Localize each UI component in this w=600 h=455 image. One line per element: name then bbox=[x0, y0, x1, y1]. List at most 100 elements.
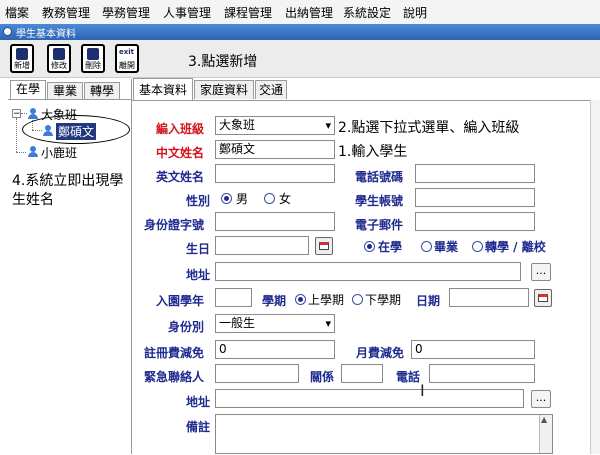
account-input[interactable] bbox=[415, 188, 535, 207]
name-instruction: 1.輸入學生 bbox=[338, 144, 408, 160]
emergency-contact-label: 緊急聯絡人 bbox=[144, 370, 205, 384]
birthday-input[interactable] bbox=[215, 236, 309, 255]
delete-button-label: 刪除 bbox=[85, 61, 101, 70]
english-name-input[interactable] bbox=[215, 164, 335, 183]
phone-input[interactable] bbox=[415, 164, 535, 183]
window-titlebar: 學生基本資料 bbox=[0, 24, 600, 40]
toolbar-instruction: 3.點選新增 bbox=[188, 54, 258, 70]
tree-line bbox=[16, 118, 17, 152]
semester-second-text: 下學期 bbox=[365, 293, 402, 307]
vertical-scrollbar[interactable] bbox=[590, 100, 600, 454]
date-label: 日期 bbox=[416, 294, 441, 308]
text-cursor-icon: I bbox=[420, 381, 425, 400]
edit-icon bbox=[53, 48, 65, 60]
reg-discount-input[interactable]: 0 bbox=[215, 340, 335, 359]
tab-graduated[interactable]: 畢業 bbox=[47, 82, 83, 99]
emergency-contact-input[interactable] bbox=[215, 364, 299, 383]
class-label: 編入班級 bbox=[156, 122, 205, 136]
remarks-label: 備註 bbox=[186, 420, 211, 434]
birthday-label: 生日 bbox=[186, 242, 211, 256]
monthly-discount-label: 月費減免 bbox=[356, 346, 405, 360]
status-graduated-text: 畢業 bbox=[434, 240, 459, 254]
class-icon bbox=[28, 146, 38, 157]
class-select[interactable]: 大象班 bbox=[215, 116, 335, 135]
exit-icon: exit bbox=[119, 48, 135, 56]
identity-select[interactable]: 一般生 bbox=[215, 314, 335, 333]
contact-address-browse-button[interactable]: ... bbox=[531, 390, 551, 408]
gender-male-radio[interactable] bbox=[221, 193, 232, 204]
window-icon bbox=[3, 27, 12, 36]
gender-female-text: 女 bbox=[279, 192, 292, 206]
semester-second-radio[interactable] bbox=[352, 294, 363, 305]
class-instruction: 2.點選下拉式選單、編入班級 bbox=[338, 120, 520, 136]
relation-input[interactable] bbox=[341, 364, 383, 383]
calendar-icon[interactable] bbox=[315, 237, 333, 255]
gender-male-text: 男 bbox=[236, 192, 249, 206]
account-label: 學生帳號 bbox=[355, 194, 404, 208]
add-button-label: 新增 bbox=[14, 61, 30, 70]
class-icon bbox=[28, 108, 38, 119]
menu-help[interactable]: 說明 bbox=[403, 4, 427, 21]
tree-node-class-deer[interactable]: 小鹿班 bbox=[41, 144, 77, 161]
reg-discount-label: 註冊費減免 bbox=[144, 346, 205, 360]
status-transfer-text: 轉學 / 離校 bbox=[485, 240, 546, 254]
menu-personnel[interactable]: 人事管理 bbox=[163, 4, 211, 21]
tab-basic-info[interactable]: 基本資料 bbox=[133, 78, 193, 100]
menu-file[interactable]: 檔案 bbox=[5, 4, 29, 21]
menu-cashier[interactable]: 出納管理 bbox=[285, 4, 333, 21]
add-button[interactable]: 新增 bbox=[10, 44, 34, 73]
id-input[interactable] bbox=[215, 212, 335, 231]
delete-icon bbox=[87, 48, 99, 60]
menu-courses[interactable]: 課程管理 bbox=[224, 4, 272, 21]
phone-label: 電話號碼 bbox=[355, 170, 404, 184]
status-enrolled-text: 在學 bbox=[378, 240, 403, 254]
add-icon bbox=[16, 48, 28, 60]
entry-year-label: 入園學年 bbox=[156, 294, 205, 308]
semester-first-text: 上學期 bbox=[308, 293, 345, 307]
email-input[interactable] bbox=[415, 212, 535, 231]
tab-transport[interactable]: 交通 bbox=[255, 80, 287, 99]
monthly-discount-input[interactable]: 0 bbox=[411, 340, 535, 359]
menu-academic[interactable]: 教務管理 bbox=[42, 4, 90, 21]
semester-label: 學期 bbox=[262, 294, 287, 308]
entry-year-input[interactable] bbox=[215, 288, 252, 307]
tab-enrolled[interactable]: 在學 bbox=[10, 80, 46, 99]
tab-family-info[interactable]: 家庭資料 bbox=[194, 80, 254, 99]
menu-bar: 檔案 教務管理 學務管理 人事管理 課程管理 出納管理 系統設定 說明 bbox=[0, 0, 600, 25]
exit-button[interactable]: exit 離開 bbox=[115, 44, 139, 73]
emergency-phone-input[interactable] bbox=[429, 364, 535, 383]
left-panel: 在學 畢業 轉學 − 大象班 鄭碩文 小鹿班 bbox=[8, 79, 132, 454]
english-name-label: 英文姓名 bbox=[156, 170, 205, 184]
address-label: 地址 bbox=[186, 268, 211, 282]
tab-transferred[interactable]: 轉學 bbox=[84, 82, 120, 99]
address-input[interactable] bbox=[215, 262, 521, 281]
delete-button[interactable]: 刪除 bbox=[81, 44, 105, 73]
remarks-scrollbar[interactable] bbox=[539, 415, 552, 453]
toolbar: 新增 修改 刪除 exit 離開 3.點選新增 bbox=[0, 40, 600, 78]
email-label: 電子郵件 bbox=[355, 218, 404, 232]
status-enrolled-radio[interactable] bbox=[364, 241, 375, 252]
status-transfer-radio[interactable] bbox=[472, 241, 483, 252]
status-graduated-radio[interactable] bbox=[421, 241, 432, 252]
gender-label: 性別 bbox=[186, 194, 211, 208]
edit-button-label: 修改 bbox=[51, 61, 67, 70]
date-input[interactable] bbox=[449, 288, 529, 307]
highlight-oval bbox=[22, 115, 130, 144]
calendar-icon[interactable] bbox=[534, 289, 552, 307]
tree-collapse-toggle[interactable]: − bbox=[12, 109, 21, 119]
name-input[interactable]: 鄭碩文 bbox=[215, 140, 335, 159]
menu-settings[interactable]: 系統設定 bbox=[343, 4, 391, 21]
emergency-phone-label: 電話 bbox=[396, 370, 421, 384]
name-label: 中文姓名 bbox=[156, 146, 205, 160]
address-browse-button[interactable]: ... bbox=[531, 263, 551, 281]
menu-student-affairs[interactable]: 學務管理 bbox=[102, 4, 150, 21]
gender-female-radio[interactable] bbox=[264, 193, 275, 204]
contact-address-input[interactable] bbox=[215, 389, 524, 408]
left-note: 4.系統立即出現學生姓名 bbox=[12, 173, 124, 208]
left-tabs-divider bbox=[8, 99, 131, 100]
semester-first-radio[interactable] bbox=[295, 294, 306, 305]
edit-button[interactable]: 修改 bbox=[47, 44, 71, 73]
remarks-textarea[interactable] bbox=[215, 414, 553, 454]
contact-address-label: 地址 bbox=[186, 395, 211, 409]
window-title: 學生基本資料 bbox=[16, 29, 76, 40]
